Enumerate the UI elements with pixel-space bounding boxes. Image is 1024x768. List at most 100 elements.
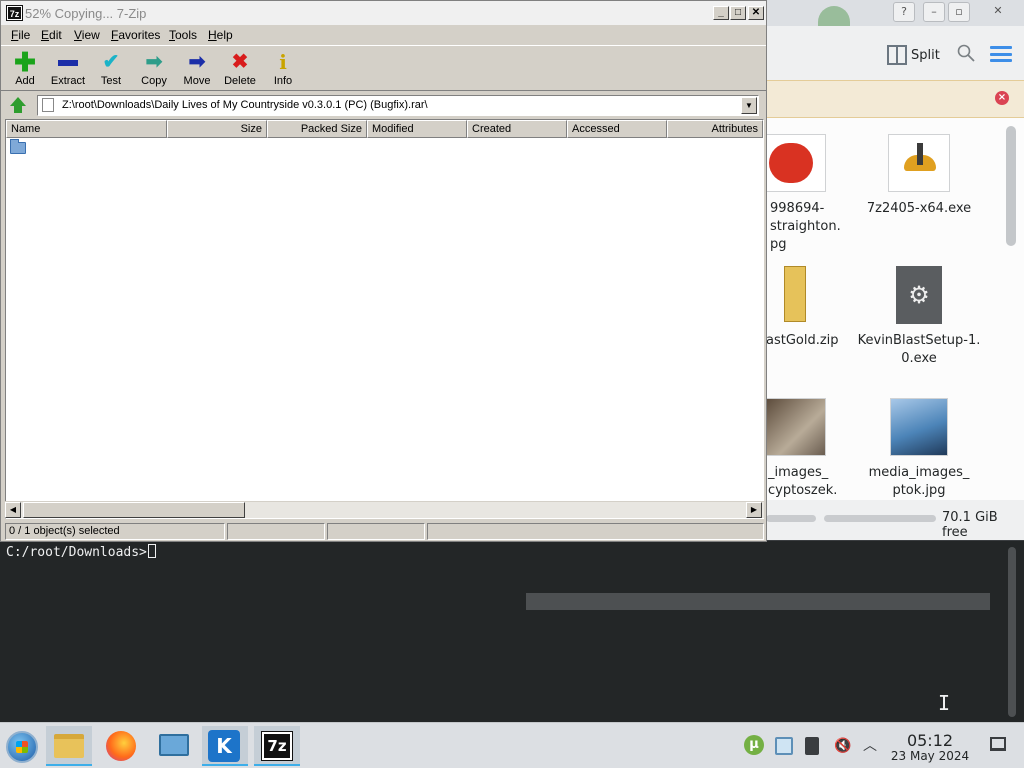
menu-favorites[interactable]: Favorites: [111, 28, 160, 42]
utorrent-tray-icon[interactable]: µ: [744, 735, 764, 755]
menu-edit[interactable]: Edit: [41, 28, 62, 42]
terminal-selection: [526, 593, 990, 610]
column-modified[interactable]: Modified: [367, 120, 467, 138]
folder-icon[interactable]: [10, 139, 26, 154]
test-label: Test: [100, 75, 122, 87]
file-name: 998694- straighton. pg: [770, 201, 841, 252]
kde-icon: K: [208, 730, 240, 762]
scroll-thumb[interactable]: [23, 502, 245, 518]
address-field[interactable]: Z:\root\Downloads\Daily Lives of My Coun…: [37, 95, 759, 116]
check-icon: ✔: [102, 51, 120, 73]
show-desktop-icon[interactable]: [990, 737, 1006, 751]
zoom-slider[interactable]: [766, 515, 816, 522]
add-label: Add: [15, 75, 35, 87]
column-name[interactable]: Name: [6, 120, 167, 138]
red-badge-icon: [769, 143, 813, 183]
taskbar-7zip[interactable]: 7z: [254, 726, 300, 766]
clock-date[interactable]: 23 May 2024: [884, 749, 976, 763]
close-notification-icon[interactable]: ×: [995, 91, 1009, 105]
info-icon: i: [279, 50, 287, 74]
file-item[interactable]: astGold.zip: [766, 266, 860, 350]
taskbar-kde[interactable]: K: [202, 726, 248, 766]
7zip-logo-icon: 7z: [6, 5, 23, 21]
menu-tools[interactable]: Tools: [169, 28, 197, 42]
file-name: media_images_ ptok.jpg: [868, 465, 970, 498]
taskbar-file-manager[interactable]: [46, 726, 92, 766]
plus-icon: ✚: [14, 47, 36, 77]
zip-archive-icon: [766, 266, 826, 324]
maximize-icon[interactable]: ▫: [948, 2, 970, 22]
minus-icon: [47, 49, 89, 75]
minimize-icon[interactable]: –: [923, 2, 945, 22]
ibeam-cursor-icon: I: [938, 691, 951, 715]
file-name: KevinBlastSetup-1. 0.exe: [857, 333, 981, 366]
start-menu-button[interactable]: [6, 731, 38, 763]
file-grid-scrollbar[interactable]: [1006, 126, 1016, 246]
file-name: 7z2405-x64.exe: [866, 201, 972, 216]
file-item[interactable]: 7z2405-x64.exe: [854, 134, 984, 218]
notification-bar: [766, 80, 1024, 118]
clipboard-tray-icon[interactable]: [805, 737, 819, 755]
minimize-button[interactable]: _: [713, 6, 729, 20]
statusbar: 0 / 1 object(s) selected: [1, 521, 766, 541]
info-button[interactable]: i Info: [262, 49, 304, 91]
menubar: File Edit View Favorites Tools Help: [1, 25, 766, 45]
file-thumbnail: [766, 134, 826, 192]
firefox-icon: [106, 731, 136, 761]
terminal-scrollbar[interactable]: [1008, 547, 1016, 717]
chevron-up-icon[interactable]: ︿: [863, 737, 881, 755]
chevron-down-icon[interactable]: ▼: [741, 97, 757, 114]
info-label: Info: [273, 75, 293, 87]
close-icon[interactable]: ✕: [987, 2, 1009, 22]
status-selection: 0 / 1 object(s) selected: [5, 523, 225, 540]
taskbar-network[interactable]: [150, 726, 196, 766]
column-packed-size[interactable]: Packed Size: [267, 120, 367, 138]
taskbar-firefox[interactable]: [98, 726, 144, 766]
menu-help[interactable]: Help: [208, 28, 233, 42]
file-item[interactable]: ⚙ KevinBlastSetup-1. 0.exe: [854, 266, 984, 368]
file-item[interactable]: 998694- straighton. pg: [766, 134, 860, 254]
search-icon[interactable]: [957, 44, 975, 62]
column-attributes[interactable]: Attributes: [667, 120, 763, 138]
column-accessed[interactable]: Accessed: [567, 120, 667, 138]
move-button[interactable]: ➡ Move: [176, 49, 218, 91]
horizontal-scrollbar[interactable]: ◀ ▶: [5, 501, 764, 518]
file-list[interactable]: Name Size Packed Size Modified Created A…: [5, 119, 764, 519]
scroll-left-icon[interactable]: ◀: [5, 502, 21, 518]
copy-button[interactable]: ➡ Copy: [133, 49, 175, 91]
executable-gear-icon: ⚙: [896, 266, 942, 324]
image-thumbnail: [890, 398, 948, 456]
split-label: Split: [911, 47, 940, 63]
copy-label: Copy: [141, 75, 167, 87]
text-cursor: [147, 544, 156, 558]
delete-button[interactable]: ✖ Delete: [219, 49, 261, 91]
test-button[interactable]: ✔ Test: [90, 49, 132, 91]
terminal-prompt: C:/root/Downloads>: [6, 544, 156, 560]
column-size[interactable]: Size: [167, 120, 267, 138]
move-arrow-icon: ➡: [188, 51, 206, 73]
installer-icon: [888, 134, 950, 192]
folder-up-icon[interactable]: [7, 96, 29, 116]
close-button[interactable]: ✕: [748, 6, 764, 20]
menu-view[interactable]: View: [74, 28, 100, 42]
volume-muted-icon[interactable]: 🔇: [834, 737, 852, 755]
maximize-button[interactable]: □: [730, 6, 746, 20]
hamburger-menu-icon[interactable]: [990, 46, 1012, 62]
menu-file[interactable]: File: [11, 28, 30, 42]
7zip-titlebar: 7z 52% Copying... 7-Zip _ □ ✕: [1, 1, 766, 25]
help-icon[interactable]: ?: [893, 2, 915, 22]
add-button[interactable]: ✚ Add: [4, 49, 46, 91]
7zip-icon: 7z: [261, 731, 293, 761]
terminal-panel[interactable]: C:/root/Downloads> I: [0, 540, 1024, 722]
image-thumbnail: [766, 398, 826, 456]
split-button[interactable]: Split: [887, 44, 940, 66]
network-tray-icon[interactable]: [775, 737, 793, 755]
disk-usage-bar: [824, 515, 936, 522]
file-item[interactable]: media_images_ ptok.jpg: [854, 398, 984, 500]
scroll-right-icon[interactable]: ▶: [746, 502, 762, 518]
file-item[interactable]: _images_ cyptoszek.: [766, 398, 860, 500]
taskbar: K 7z µ 🔇 ︿ 05:12 23 May 2024: [0, 722, 1024, 768]
clock-time[interactable]: 05:12: [890, 731, 970, 750]
column-created[interactable]: Created: [467, 120, 567, 138]
extract-button[interactable]: Extract: [47, 49, 89, 91]
